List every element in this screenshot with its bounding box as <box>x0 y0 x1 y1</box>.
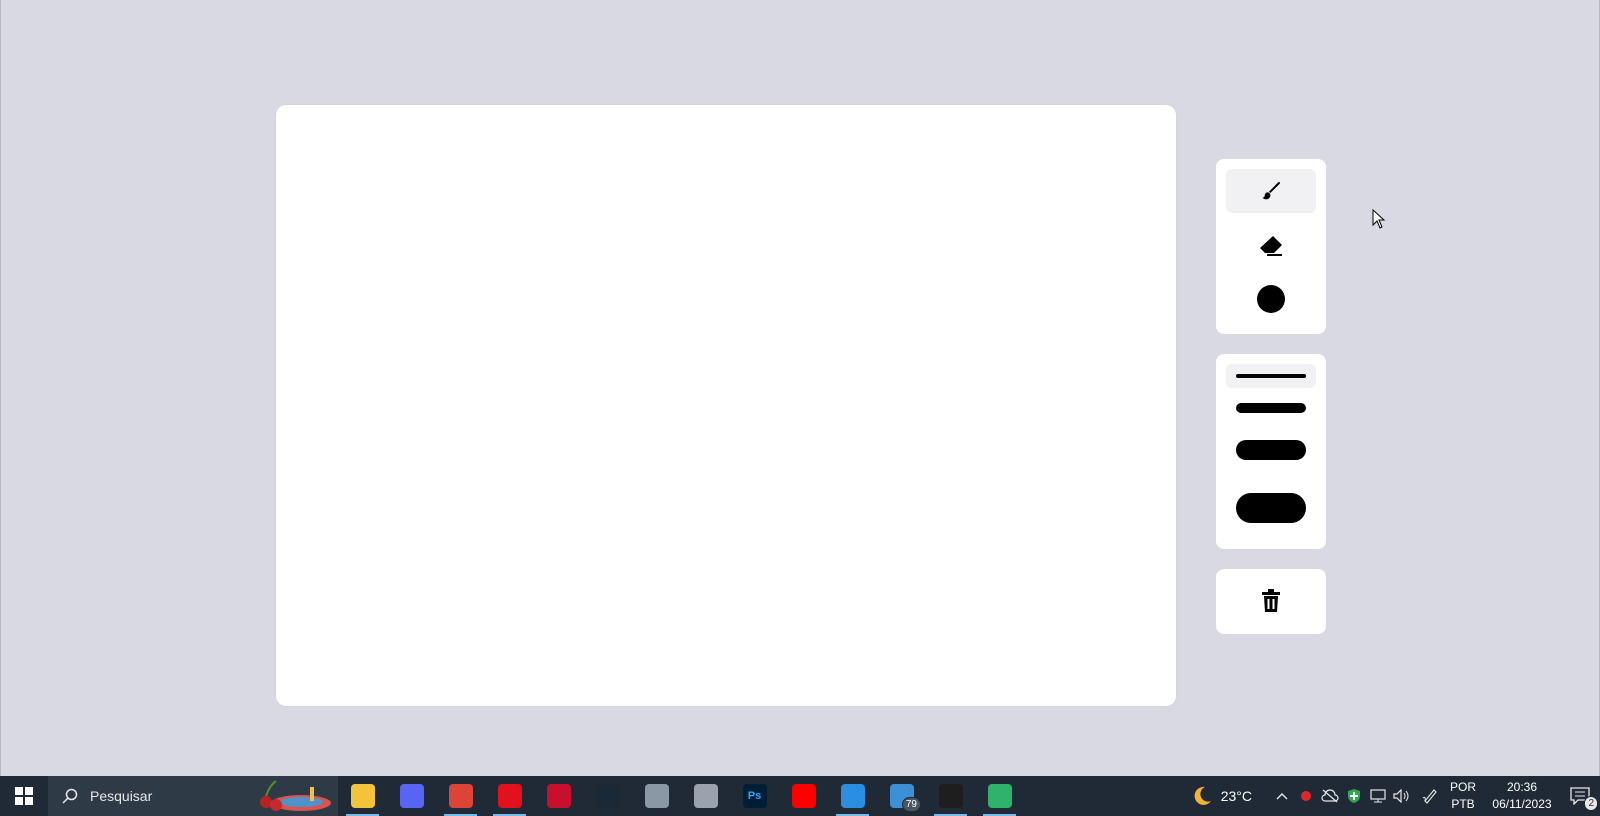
search-icon <box>62 788 78 804</box>
taskbar-pinned-apps: Ps 79 <box>338 776 1024 816</box>
record-icon[interactable] <box>1294 776 1318 816</box>
stroke-size-1-button[interactable] <box>1226 364 1316 388</box>
photos-icon <box>644 784 669 808</box>
taskbar-app-discord[interactable] <box>387 776 436 816</box>
mouse-cursor-icon <box>1372 209 1386 229</box>
notification-count-badge: 2 <box>1584 796 1598 811</box>
stroke-size-3-button[interactable] <box>1226 432 1316 468</box>
stroke-size-1-preview <box>1236 374 1306 378</box>
taskbar-app-app-red[interactable] <box>534 776 583 816</box>
search-highlight-illustration-icon <box>260 780 331 811</box>
photoshop-icon: Ps <box>742 784 767 808</box>
discord-icon <box>399 784 424 808</box>
chrome-icon <box>448 784 473 808</box>
pen-icon[interactable] <box>1418 776 1442 816</box>
windows-logo-icon <box>15 787 33 805</box>
taskbar-app-app-disc[interactable] <box>681 776 730 816</box>
color-picker-button[interactable] <box>1226 277 1316 321</box>
language-code: POR <box>1449 780 1476 794</box>
taskbar-app-app-gray[interactable] <box>632 776 681 816</box>
mail-unread-badge: 79 <box>901 797 921 812</box>
steam-icon <box>595 784 620 808</box>
input-language-indicator[interactable]: POR PTB <box>1450 779 1476 813</box>
figma-icon <box>938 784 963 808</box>
opera-icon <box>497 784 522 808</box>
tools-panel <box>1216 159 1326 334</box>
weather-temperature: 23°C <box>1220 788 1252 804</box>
disc-icon <box>693 784 718 808</box>
taskbar-search-box[interactable]: Pesquisar <box>48 776 338 816</box>
eraser-tool-button[interactable] <box>1226 223 1316 267</box>
moon-icon <box>1194 786 1211 805</box>
eraser-icon <box>1260 236 1282 256</box>
youtube-music-icon <box>791 784 816 808</box>
taskbar-app-steam[interactable] <box>583 776 632 816</box>
security-shield-icon[interactable] <box>1342 776 1366 816</box>
stroke-size-3-preview <box>1236 440 1306 460</box>
browser-icon <box>987 784 1012 808</box>
stroke-size-2-preview <box>1236 403 1306 413</box>
vscode-icon <box>840 784 865 808</box>
volume-icon[interactable] <box>1390 776 1414 816</box>
app-window <box>0 0 1600 776</box>
taskbar-app-mail[interactable]: 79 <box>877 776 926 816</box>
keyboard-layout-code: PTB <box>1451 797 1475 811</box>
weather-widget[interactable]: 23°C <box>1191 785 1252 807</box>
stroke-size-4-button[interactable] <box>1226 478 1316 538</box>
taskbar: Pesquisar Ps 79 23°C POR PTB 20:36 06/11… <box>0 776 1600 816</box>
notification-center-button[interactable]: 2 <box>1560 776 1600 816</box>
search-placeholder: Pesquisar <box>90 788 153 804</box>
actions-panel <box>1216 569 1326 634</box>
folder-icon <box>350 784 375 808</box>
taskbar-app-vscode[interactable] <box>828 776 877 816</box>
drawing-canvas[interactable] <box>276 105 1176 706</box>
paintbrush-icon <box>1262 182 1280 200</box>
start-button[interactable] <box>0 776 48 816</box>
taskbar-app-chrome[interactable] <box>436 776 485 816</box>
clear-canvas-button[interactable] <box>1226 579 1316 623</box>
taskbar-app-opera[interactable] <box>485 776 534 816</box>
taskbar-app-youtube-music[interactable] <box>779 776 828 816</box>
taskbar-app-figma[interactable] <box>926 776 975 816</box>
trash-icon <box>1262 589 1280 612</box>
taskbar-app-file-explorer[interactable] <box>338 776 387 816</box>
bolt-icon <box>546 784 571 808</box>
color-swatch-icon <box>1257 285 1285 313</box>
taskbar-app-photoshop[interactable]: Ps <box>730 776 779 816</box>
cloud-offline-icon[interactable] <box>1318 776 1342 816</box>
stroke-size-2-button[interactable] <box>1226 394 1316 422</box>
brush-tool-button[interactable] <box>1226 169 1316 213</box>
clock-date: 06/11/2023 <box>1492 797 1552 811</box>
network-icon[interactable] <box>1366 776 1390 816</box>
system-tray: 23°C POR PTB 20:36 06/11/2023 2 <box>1191 776 1600 816</box>
stroke-size-4-preview <box>1236 493 1306 523</box>
chevron-up-icon[interactable] <box>1270 776 1294 816</box>
clock-time: 20:36 <box>1506 780 1538 794</box>
stroke-size-panel <box>1216 354 1326 549</box>
clock[interactable]: 20:36 06/11/2023 <box>1492 779 1552 813</box>
taskbar-app-edge-canary[interactable] <box>975 776 1024 816</box>
